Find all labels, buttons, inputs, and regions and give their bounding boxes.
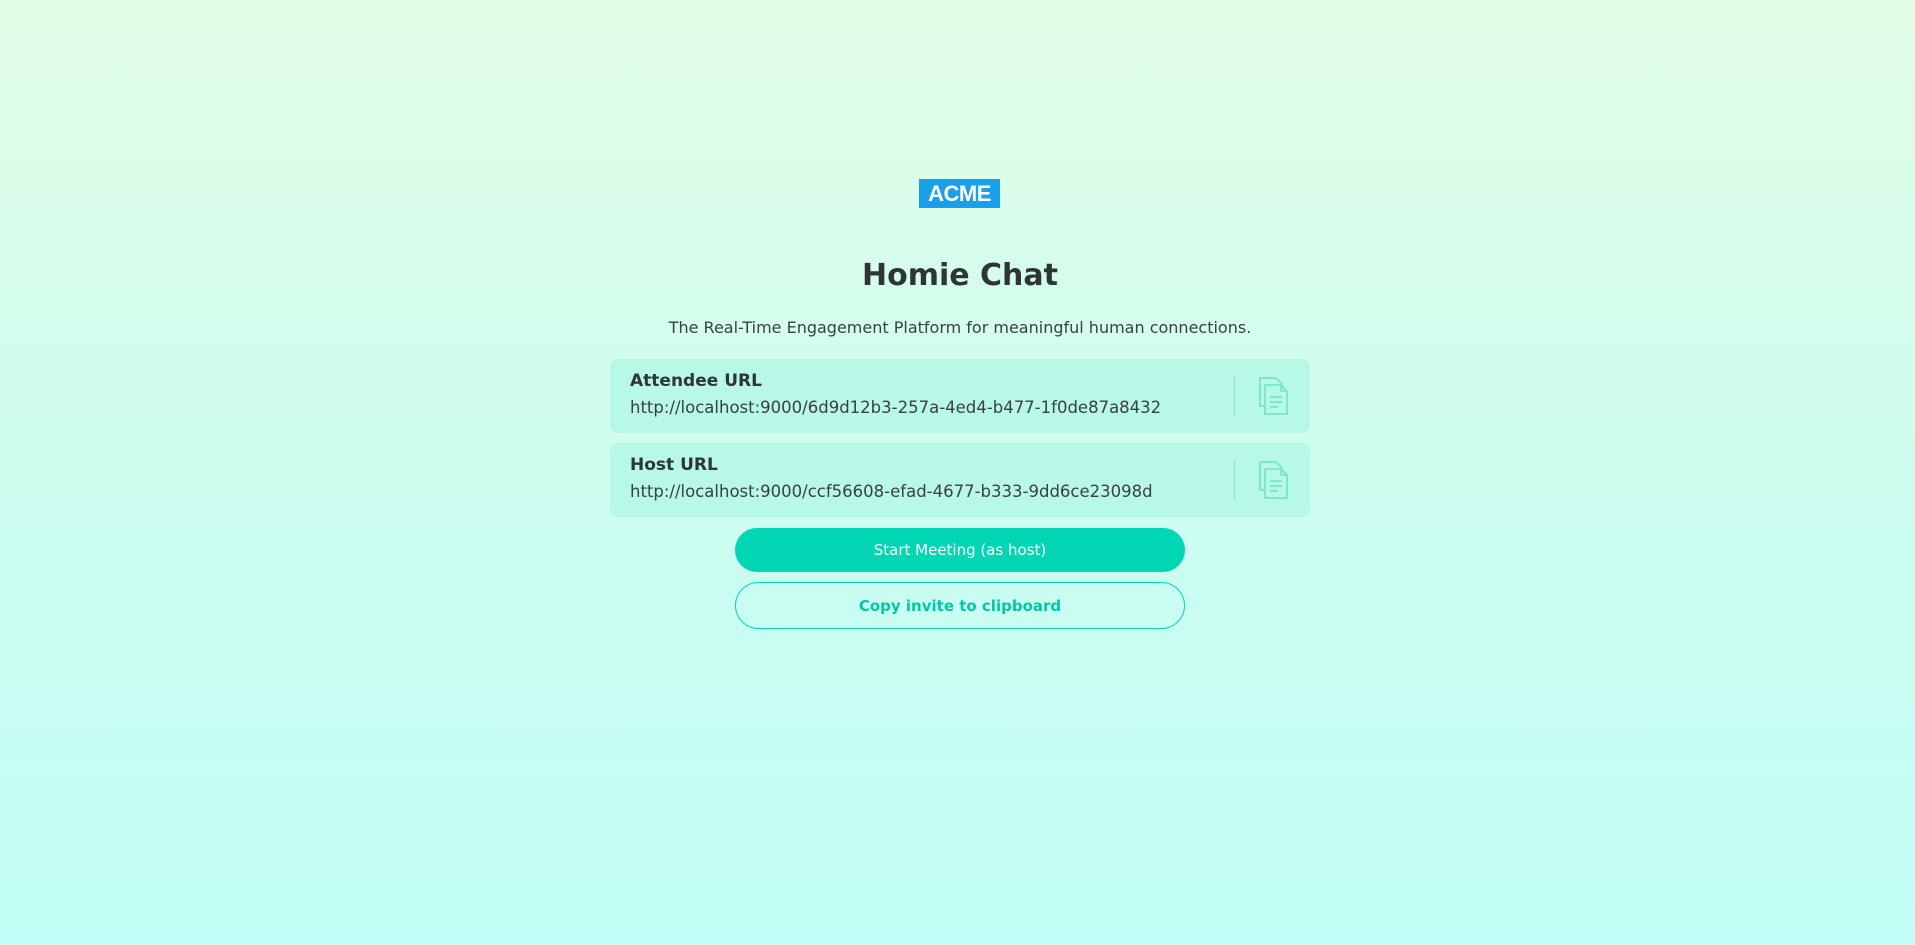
attendee-url-card: Attendee URL http://localhost:9000/6d9d1… [610, 359, 1310, 433]
host-url-value: http://localhost:9000/ccf56608-efad-4677… [630, 482, 1153, 501]
copy-invite-button[interactable]: Copy invite to clipboard [735, 582, 1185, 629]
divider [1234, 460, 1235, 500]
host-url-label: Host URL [630, 455, 718, 475]
attendee-url-label: Attendee URL [630, 371, 762, 391]
host-url-card: Host URL http://localhost:9000/ccf56608-… [610, 443, 1310, 517]
start-meeting-button[interactable]: Start Meeting (as host) [735, 528, 1185, 572]
divider [1234, 376, 1235, 416]
page-subtitle: The Real-Time Engagement Platform for me… [668, 318, 1252, 337]
copy-icon [1259, 377, 1288, 415]
copy-host-url-button[interactable] [1248, 456, 1296, 504]
copy-attendee-url-button[interactable] [1248, 372, 1296, 420]
page-title: Homie Chat [861, 258, 1058, 293]
attendee-url-value: http://localhost:9000/6d9d12b3-257a-4ed4… [630, 398, 1162, 417]
copy-icon [1259, 461, 1288, 499]
acme-logo: ACME [919, 179, 1000, 208]
